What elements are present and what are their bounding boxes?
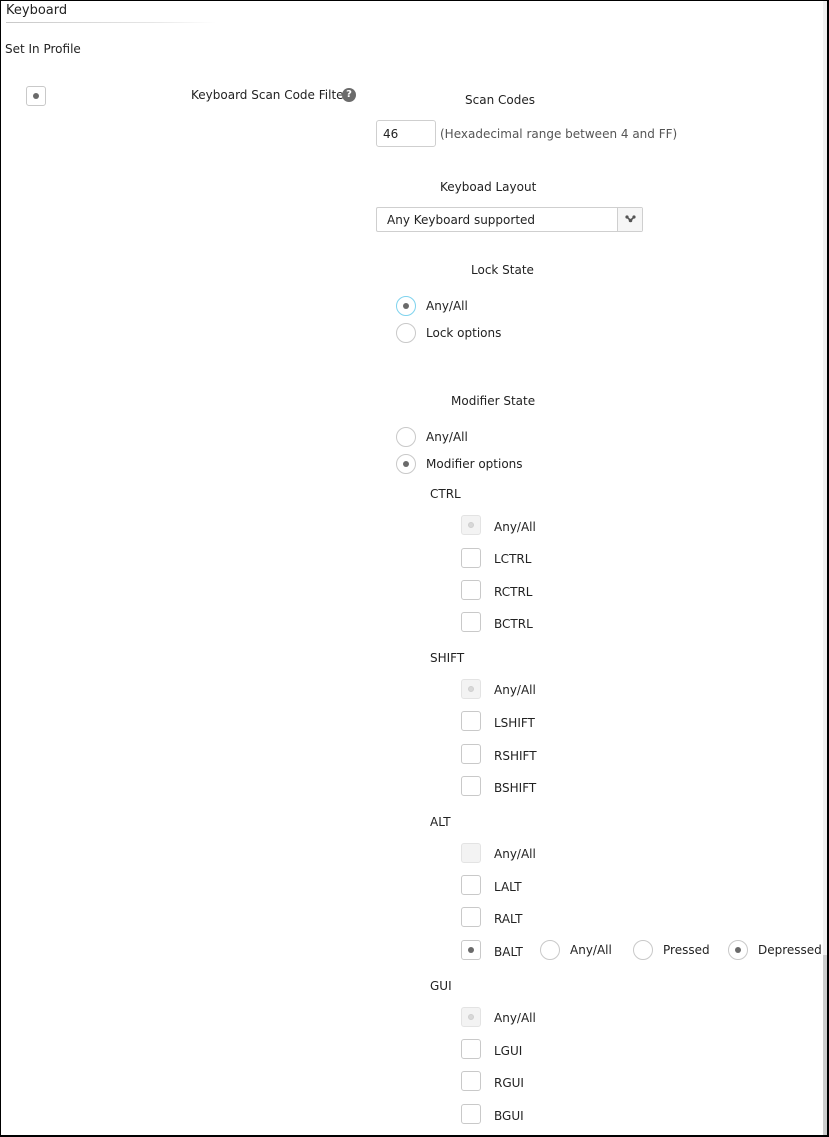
gui-any-label: Any/All [494,1011,536,1025]
balt-label: BALT [494,945,523,959]
alt-any-label: Any/All [494,847,536,861]
rctrl-label: RCTRL [494,585,533,599]
rgui-label: RGUI [494,1076,524,1090]
balt-depressed-radio[interactable] [728,940,748,960]
ctrl-group-heading: CTRL [430,487,461,501]
rctrl-checkbox[interactable] [461,580,481,600]
keyboard-panel [0,0,829,1137]
lgui-label: LGUI [494,1044,523,1058]
ralt-label: RALT [494,912,523,926]
keyboard-layout-value: Any Keyboard supported [387,213,536,227]
bgui-label: BGUI [494,1109,524,1123]
bgui-checkbox[interactable] [461,1104,481,1124]
balt-pressed-label: Pressed [663,943,710,957]
scan-code-hint: (Hexadecimal range between 4 and FF) [440,127,678,141]
lalt-checkbox[interactable] [461,875,481,895]
lock-state-any-label: Any/All [426,299,468,313]
scan-codes-heading: Scan Codes [465,93,535,107]
section-title: Keyboard [6,3,68,18]
bshift-checkbox[interactable] [461,776,481,796]
bctrl-checkbox[interactable] [461,612,481,632]
scan-code-filter-label: Keyboard Scan Code Filter: [191,88,353,102]
lctrl-checkbox[interactable] [461,548,481,568]
lshift-checkbox[interactable] [461,711,481,731]
balt-checkbox[interactable] [461,940,481,960]
keyboard-layout-heading: Keyboad Layout [440,180,537,194]
lock-options-radio[interactable] [396,323,416,343]
rgui-checkbox[interactable] [461,1071,481,1091]
header-divider [6,22,216,23]
keyboard-layout-select[interactable]: Any Keyboard supported [376,207,643,232]
balt-pressed-radio[interactable] [633,940,653,960]
ctrl-any-label: Any/All [494,520,536,534]
lshift-label: LSHIFT [494,716,535,730]
lock-options-label: Lock options [426,326,502,340]
modifier-options-radio[interactable] [396,454,416,474]
set-in-profile-checkbox[interactable] [26,86,46,106]
shift-group-heading: SHIFT [430,651,465,665]
dropdown-button[interactable] [617,208,642,231]
gui-any-checkbox [461,1007,481,1027]
lock-state-heading: Lock State [471,263,534,277]
set-in-profile-label: Set In Profile [5,42,81,56]
modifier-options-label: Modifier options [426,457,523,471]
lctrl-label: LCTRL [494,552,532,566]
bshift-label: BSHIFT [494,781,537,795]
lalt-label: LALT [494,880,522,894]
balt-depressed-label: Depressed [758,943,822,957]
alt-any-checkbox [461,843,481,863]
scrollbar-thumb[interactable] [823,955,827,1135]
alt-group-heading: ALT [430,815,451,829]
rshift-checkbox[interactable] [461,744,481,764]
question-circle-icon[interactable]: ? [342,88,356,102]
modifier-any-radio[interactable] [396,427,416,447]
ralt-checkbox[interactable] [461,907,481,927]
shift-any-checkbox [461,679,481,699]
balt-any-radio[interactable] [540,940,560,960]
bctrl-label: BCTRL [494,617,533,631]
lgui-checkbox[interactable] [461,1039,481,1059]
modifier-state-heading: Modifier State [451,394,536,408]
modifier-any-label: Any/All [426,430,468,444]
lock-state-any-radio[interactable] [396,296,416,316]
gui-group-heading: GUI [430,979,452,993]
balt-any-label: Any/All [570,943,612,957]
chevron-down-icon [625,215,636,223]
ctrl-any-checkbox [461,515,481,535]
scan-code-input[interactable] [376,120,436,147]
rshift-label: RSHIFT [494,749,537,763]
shift-any-label: Any/All [494,683,536,697]
